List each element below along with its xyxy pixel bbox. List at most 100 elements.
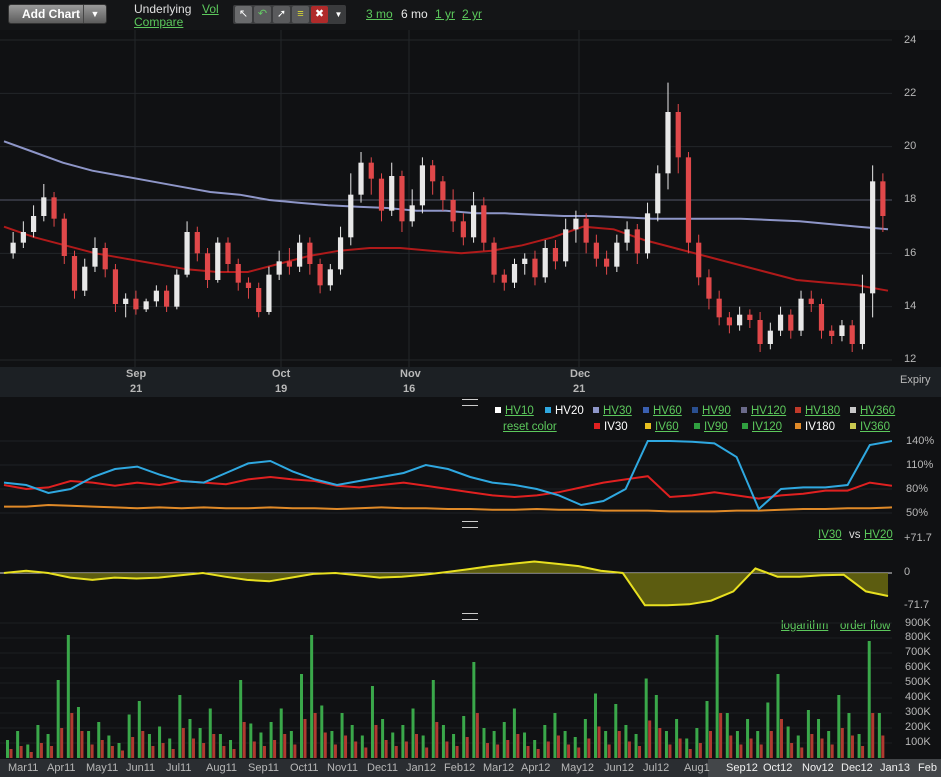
spread-y-axis: +71.7 0 -71.7 (893, 530, 941, 614)
panel-resize-handle[interactable] (462, 521, 478, 528)
range-3mo[interactable]: 3 mo (366, 7, 393, 21)
candle-body (378, 178, 385, 211)
delete-icon[interactable]: ✖ (311, 6, 328, 23)
legend-reset-color[interactable]: reset color (503, 421, 557, 433)
candle-body (30, 216, 37, 232)
candle-body (880, 181, 886, 216)
volume-bar-green (431, 680, 435, 758)
add-chart-button[interactable]: Add Chart ▼ (8, 4, 107, 24)
volume-bar-green (827, 731, 831, 758)
volume-bar-green (746, 719, 750, 758)
legend-iv30[interactable]: IV30 (594, 421, 628, 433)
expiry-label: Expiry (900, 374, 931, 386)
volume-bar-red (212, 734, 216, 758)
legend-hv60[interactable]: HV60 (643, 405, 682, 417)
candle-body (51, 197, 57, 219)
volume-bar-red (252, 741, 256, 758)
compare-link[interactable]: Compare (134, 15, 183, 29)
candle-body (143, 301, 149, 310)
volume-bar-green (695, 728, 699, 758)
legend-hv360[interactable]: HV360 (850, 405, 895, 417)
legend-iv90[interactable]: IV90 (694, 421, 728, 433)
candle-body (348, 194, 354, 238)
legend-iv360[interactable]: IV360 (850, 421, 890, 433)
legend-iv60[interactable]: IV60 (645, 421, 679, 433)
volume-bar-red (840, 728, 844, 758)
volume-bar-green (26, 744, 30, 758)
volume-bar-red (141, 731, 145, 758)
panel-resize-handle[interactable] (462, 399, 478, 406)
candle-body (215, 242, 221, 280)
volume-bar-red (29, 752, 33, 758)
range-1yr[interactable]: 1 yr (435, 7, 455, 21)
candle-body (726, 317, 732, 326)
undo-icon[interactable]: ↶ (254, 6, 271, 23)
moving-average-short (3, 225, 889, 292)
volume-bar-red (202, 743, 206, 758)
price-chart[interactable] (0, 30, 892, 367)
legend-hv10[interactable]: HV10 (495, 405, 534, 417)
legend-swatch (795, 423, 801, 429)
volume-bar-red (668, 744, 672, 758)
volume-bar-green (350, 725, 354, 758)
legend-iv120[interactable]: IV120 (742, 421, 782, 433)
volume-chart[interactable] (0, 620, 892, 759)
volume-bar-green (411, 708, 415, 758)
legend-swatch (694, 423, 700, 429)
iv30-series (3, 475, 892, 500)
timeline-label: Jul11 (166, 762, 192, 774)
spread-legend-iv30[interactable]: IV30 (818, 529, 842, 541)
candle-body (696, 242, 702, 278)
spread-legend-hv20[interactable]: HV20 (864, 529, 893, 541)
volume-bar-red (273, 740, 277, 758)
legend-label: HV180 (805, 405, 841, 417)
legend-hv20[interactable]: HV20 (545, 405, 584, 417)
volume-bar-red (90, 744, 94, 758)
volume-bar-green (36, 725, 40, 758)
range-6mo[interactable]: 6 mo (401, 7, 428, 21)
spread-chart[interactable] (0, 542, 892, 610)
candle-body (665, 112, 671, 174)
volume-bar-red (394, 746, 398, 758)
volatility-chart[interactable] (0, 434, 892, 520)
timeline-axis[interactable]: Mar11 Apr11 May11 Jun11 Jul11 Aug11 Sep11 Oct11… (0, 759, 941, 777)
spread-tick: 0 (904, 566, 911, 578)
volume-bar-red (709, 731, 713, 758)
expiry-day: 16 (403, 383, 416, 395)
legend-hv90[interactable]: HV90 (692, 405, 731, 417)
vol-link[interactable]: Vol (202, 2, 219, 16)
timeline-label: Sep12 (726, 762, 758, 774)
legend-swatch (545, 407, 551, 413)
panel-resize-handle[interactable] (462, 613, 478, 620)
expiry-day: 21 (130, 383, 143, 395)
dropdown-icon[interactable]: ▼ (330, 6, 347, 23)
volume-bar-green (198, 728, 202, 758)
line-draw-icon[interactable]: ➚ (273, 6, 290, 23)
volume-bar-red (850, 735, 854, 758)
candle-body (164, 290, 170, 307)
studies-icon[interactable]: ≡ (292, 6, 309, 23)
chevron-down-icon[interactable]: ▼ (83, 5, 106, 23)
price-tick: 22 (904, 87, 917, 99)
legend-label: HV10 (505, 405, 534, 417)
candle-body (563, 229, 569, 262)
volume-bar-green (16, 731, 20, 758)
volume-bar-red (191, 738, 195, 758)
volume-bar-green (634, 734, 638, 758)
month-label: Sep (126, 368, 147, 380)
volume-bar-red (19, 746, 23, 758)
legend-swatch (495, 407, 501, 413)
pointer-icon[interactable]: ↖ (235, 6, 252, 23)
legend-iv180[interactable]: IV180 (795, 421, 835, 433)
volume-bar-green (107, 735, 111, 758)
volume-tick: 600K (905, 661, 931, 673)
legend-hv30[interactable]: HV30 (593, 405, 632, 417)
candle-body (409, 205, 415, 222)
volume-bar-green (87, 731, 91, 758)
volume-bar-green (573, 737, 577, 758)
underlying-label[interactable]: Underlying (134, 2, 191, 16)
range-2yr[interactable]: 2 yr (462, 7, 482, 21)
legend-hv180[interactable]: HV180 (795, 405, 840, 417)
legend-hv120[interactable]: HV120 (741, 405, 786, 417)
candle-body (204, 253, 211, 280)
